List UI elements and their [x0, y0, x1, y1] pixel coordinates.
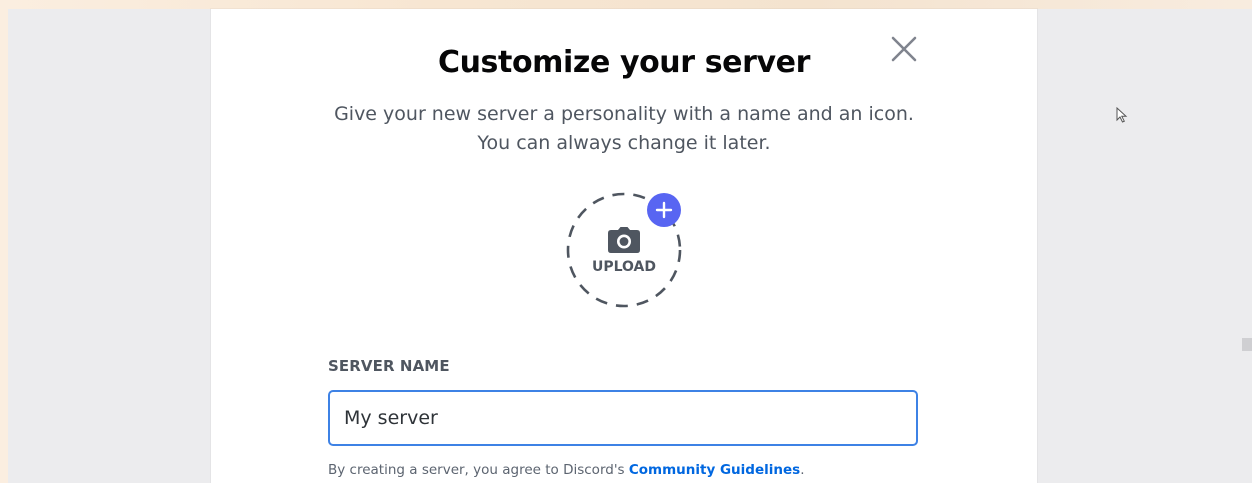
server-name-input[interactable]: [328, 390, 918, 446]
scrollbar-thumb[interactable]: [1242, 338, 1252, 351]
subtitle-line-1: Give your new server a personality with …: [334, 103, 914, 125]
mouse-cursor-icon: [1116, 107, 1128, 123]
terms-prefix: By creating a server, you agree to Disco…: [328, 462, 629, 478]
camera-icon: [608, 227, 640, 253]
subtitle-line-2: You can always change it later.: [477, 132, 771, 154]
server-name-label: SERVER NAME: [328, 357, 450, 375]
plus-icon: [655, 201, 673, 219]
add-icon-badge[interactable]: [647, 193, 681, 227]
modal-subtitle: Give your new server a personality with …: [211, 100, 1037, 158]
upload-label: UPLOAD: [591, 259, 657, 275]
community-guidelines-link[interactable]: Community Guidelines: [629, 462, 800, 478]
terms-notice: By creating a server, you agree to Disco…: [328, 462, 804, 478]
customize-server-modal: Customize your server Give your new serv…: [211, 9, 1037, 483]
upload-icon-button[interactable]: UPLOAD: [565, 191, 683, 309]
modal-title: Customize your server: [437, 45, 811, 80]
terms-suffix: .: [800, 462, 805, 478]
